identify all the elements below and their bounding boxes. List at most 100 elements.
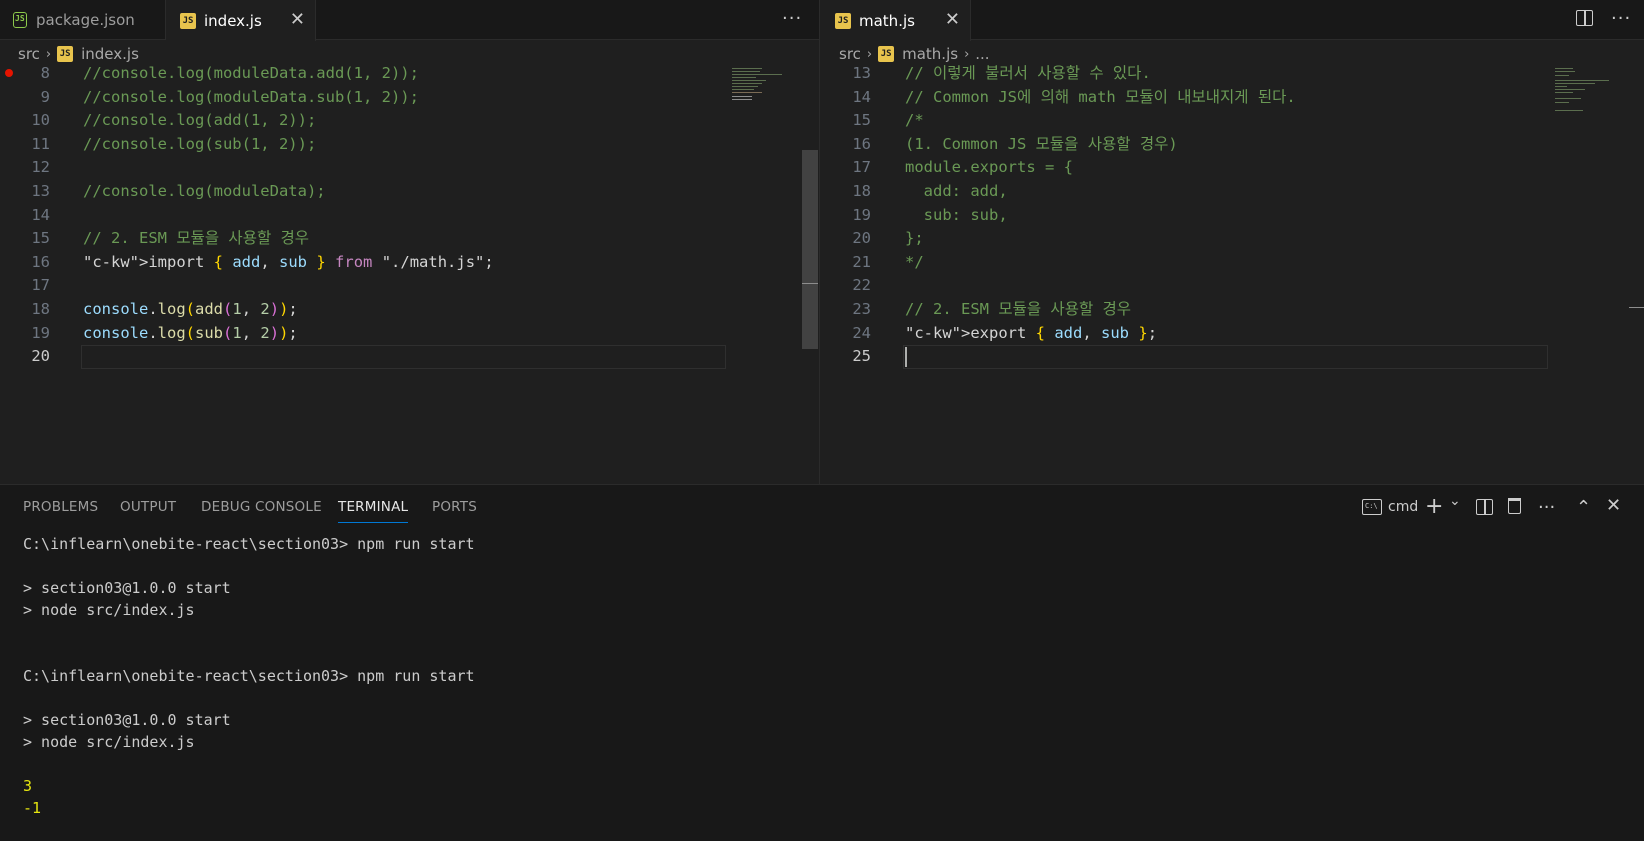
left-tab-bar: JS package.json JS index.js ✕ ··· — [0, 0, 819, 41]
code-line[interactable]: 10 //console.log(add(1, 2)); — [0, 109, 783, 133]
code-text: // 이렇게 불러서 사용할 수 있다. — [905, 64, 1151, 82]
close-tab-icon[interactable]: ✕ — [945, 9, 960, 30]
line-number: 13 — [852, 64, 871, 82]
code-line[interactable]: 15 /* — [821, 109, 1605, 133]
terminal-line: > node src/index.js — [23, 733, 195, 751]
terminal-line: > section03@1.0.0 start — [23, 711, 231, 729]
code-line[interactable]: 21 */ — [821, 251, 1605, 275]
close-tab-icon[interactable]: ✕ — [290, 9, 305, 30]
breadcrumb-file[interactable]: math.js — [902, 45, 958, 63]
tab-problems[interactable]: PROBLEMS — [23, 499, 98, 515]
split-terminal-icon[interactable] — [1476, 499, 1493, 515]
code-line[interactable]: 18 add: add, — [821, 180, 1605, 204]
breadcrumb-folder[interactable]: src — [839, 45, 861, 63]
code-line[interactable]: 18 console.log(add(1, 2)); — [0, 298, 783, 322]
split-editor-icon[interactable] — [1576, 10, 1593, 26]
code-text: //console.log(moduleData); — [83, 182, 326, 200]
code-line[interactable]: 14 // Common JS에 의해 math 모듈이 내보내지게 된다. — [821, 86, 1605, 110]
code-line[interactable]: 13 //console.log(moduleData); — [0, 180, 783, 204]
line-number: 14 — [852, 87, 871, 106]
code-line[interactable]: 15 // 2. ESM 모듈을 사용할 경우 — [0, 227, 783, 251]
javascript-file-icon: JS — [57, 46, 74, 62]
maximize-panel-icon[interactable]: ⌃ — [1576, 497, 1591, 518]
line-number: 17 — [31, 276, 50, 295]
tab-math-js[interactable]: JS math.js ✕ — [821, 0, 971, 41]
left-editor-group: JS package.json JS index.js ✕ ··· src › … — [0, 0, 820, 484]
line-number: 19 — [31, 323, 50, 342]
code-line[interactable]: 11 //console.log(sub(1, 2)); — [0, 133, 783, 157]
line-number: 25 — [852, 347, 871, 366]
line-number: 13 — [31, 182, 50, 200]
line-number: 11 — [31, 134, 50, 153]
code-line[interactable]: 25 — [821, 345, 1605, 370]
line-number: 17 — [852, 158, 871, 177]
line-number: 23 — [852, 300, 871, 318]
tab-ports[interactable]: PORTS — [432, 499, 477, 515]
trash-icon[interactable] — [1508, 498, 1521, 514]
scroll-position-marker — [1629, 307, 1644, 308]
scroll-position-marker — [802, 283, 818, 284]
more-actions-icon[interactable]: ··· — [1611, 8, 1631, 29]
code-line[interactable]: 9 //console.log(moduleData.sub(1, 2)); — [0, 86, 783, 110]
current-line-highlight — [81, 345, 726, 370]
code-line[interactable]: 8 //console.log(moduleData.add(1, 2)); — [0, 62, 783, 86]
line-number: 24 — [852, 323, 871, 342]
code-line[interactable]: 13 // 이렇게 불러서 사용할 수 있다. — [821, 62, 1605, 86]
chevron-right-icon: › — [964, 46, 970, 62]
tab-terminal[interactable]: TERMINAL — [338, 499, 409, 523]
code-line[interactable]: 24 "c-kw">export { add, sub }; — [821, 322, 1605, 346]
javascript-file-icon: JS — [878, 46, 895, 62]
code-line[interactable]: 22 — [821, 274, 1605, 298]
chevron-down-icon[interactable]: ⌄ — [1449, 493, 1461, 509]
line-number: 18 — [852, 182, 871, 200]
tab-index-js[interactable]: JS index.js ✕ — [166, 0, 316, 41]
breadcrumb-folder[interactable]: src — [18, 45, 40, 63]
code-text: //console.log(moduleData.sub(1, 2)); — [83, 87, 419, 106]
tab-label: index.js — [204, 11, 262, 30]
code-text: // 2. ESM 모듈을 사용할 경우 — [83, 229, 310, 248]
chevron-right-icon: › — [866, 46, 873, 62]
minimap[interactable] — [732, 66, 792, 116]
line-number: 9 — [40, 87, 50, 106]
code-line[interactable]: 16 (1. Common JS 모듈을 사용할 경우) — [821, 133, 1605, 157]
terminal-shell-icon[interactable]: C:\ — [1362, 499, 1382, 515]
code-line[interactable]: 19 console.log(sub(1, 2)); — [0, 322, 783, 346]
line-number: 10 — [31, 111, 50, 130]
more-actions-icon[interactable]: ··· — [782, 8, 802, 29]
close-panel-icon[interactable]: ✕ — [1606, 495, 1621, 516]
new-terminal-icon[interactable]: + — [1425, 494, 1443, 519]
terminal-shell-label[interactable]: cmd — [1388, 499, 1418, 515]
more-actions-icon[interactable]: ··· — [1538, 497, 1555, 518]
code-line[interactable]: 14 — [0, 204, 783, 228]
terminal-line: C:\inflearn\onebite-react\section03> npm… — [23, 667, 475, 685]
tab-output[interactable]: OUTPUT — [120, 499, 176, 515]
editor-scrollbar[interactable] — [802, 150, 818, 349]
line-number: 20 — [852, 229, 871, 248]
tab-package-json[interactable]: JS package.json — [0, 0, 166, 40]
breadcrumb-symbols[interactable]: ... — [975, 45, 989, 63]
minimap[interactable] — [1555, 66, 1615, 116]
code-line[interactable]: 19 sub: sub, — [821, 204, 1605, 228]
code-text: sub: sub, — [905, 205, 1008, 224]
line-number: 22 — [852, 276, 871, 295]
breadcrumb-file[interactable]: index.js — [81, 45, 139, 63]
javascript-file-icon: JS — [835, 12, 851, 29]
line-number: 15 — [852, 111, 871, 130]
code-line[interactable]: 16 "c-kw">import { add, sub } from "./mat… — [0, 251, 783, 275]
terminal-line: C:\inflearn\onebite-react\section03> npm… — [23, 535, 475, 553]
code-line[interactable]: 23 // 2. ESM 모듈을 사용할 경우 — [821, 298, 1605, 322]
code-text: "c-kw">import { add, sub } from "./math.… — [83, 252, 494, 271]
tab-debug-console[interactable]: DEBUG CONSOLE — [201, 499, 322, 515]
terminal-line: > section03@1.0.0 start — [23, 579, 231, 597]
code-line[interactable]: 17 — [0, 274, 783, 298]
current-line-highlight — [903, 345, 1548, 370]
line-number: 20 — [31, 347, 50, 366]
code-line[interactable]: 20}; — [821, 227, 1605, 251]
code-text: //console.log(add(1, 2)); — [83, 111, 317, 130]
code-line[interactable]: 12 — [0, 156, 783, 180]
code-text: }; — [905, 229, 924, 248]
code-line[interactable]: 20 — [0, 345, 783, 370]
code-text: "c-kw">export { add, sub }; — [905, 323, 1158, 342]
code-text: // Common JS에 의해 math 모듈이 내보내지게 된다. — [905, 87, 1296, 106]
code-line[interactable]: 17 module.exports = { — [821, 156, 1605, 180]
